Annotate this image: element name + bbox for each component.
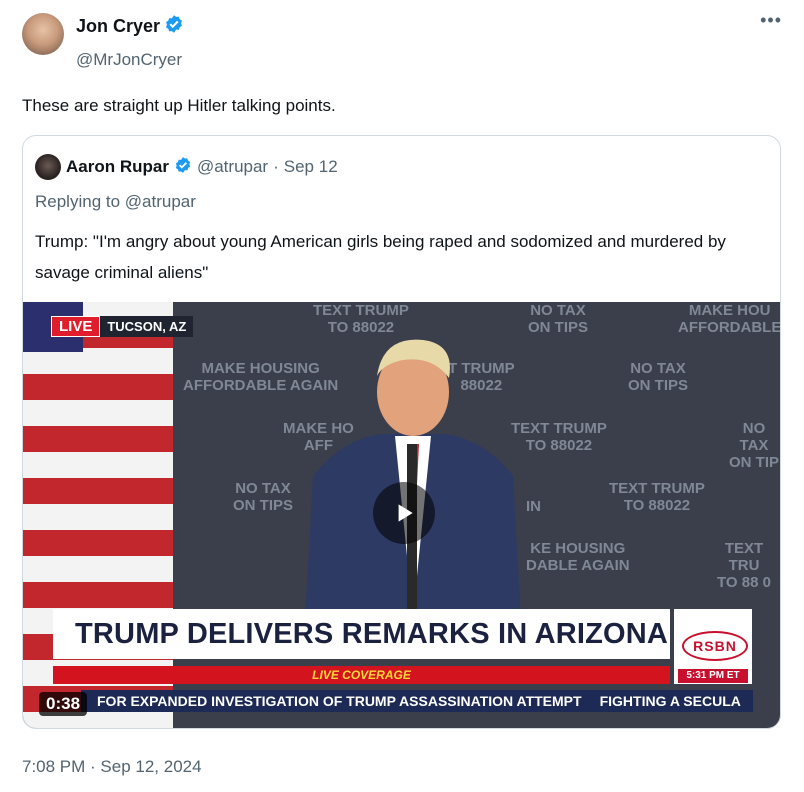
- network-time: 5:31 PM ET: [678, 669, 748, 683]
- author-handle[interactable]: @MrJonCryer: [76, 50, 182, 70]
- replying-to: Replying to @atrupar: [35, 192, 196, 211]
- backdrop-text: TEXT TRU TO 88 0: [717, 540, 771, 591]
- quoted-date[interactable]: Sep 12: [284, 157, 338, 177]
- american-flag-image: [23, 302, 183, 728]
- network-bug: RSBN 5:31 PM ET: [674, 609, 752, 684]
- video-elapsed-time: 0:38: [39, 692, 88, 716]
- location-label: TUCSON, AZ: [100, 316, 194, 337]
- ticker-item: FOR EXPANDED INVESTIGATION OF TRUMP ASSA…: [97, 693, 582, 709]
- quoted-verified-badge-icon: [174, 156, 192, 179]
- quoted-header: Aaron Rupar @atrupar · Sep 12: [35, 154, 338, 180]
- verified-badge-icon: [164, 14, 184, 39]
- more-options-icon[interactable]: •••: [760, 10, 782, 31]
- quoted-avatar[interactable]: [35, 154, 61, 180]
- backdrop-text: NO TAX ON TIP: [728, 420, 779, 471]
- live-label: LIVE: [51, 316, 101, 337]
- live-coverage-bar: LIVE COVERAGE: [53, 666, 670, 684]
- backdrop-text: NO TAX ON TIPS: [628, 360, 689, 394]
- author-avatar[interactable]: [22, 13, 64, 55]
- headline-banner: TRUMP DELIVERS REMARKS IN ARIZONA: [53, 609, 670, 659]
- quoted-handle[interactable]: @atrupar: [197, 157, 268, 177]
- backdrop-text: MAKE HOU AFFORDABLE: [678, 302, 780, 336]
- live-badge: LIVE TUCSON, AZ: [51, 316, 194, 337]
- news-ticker: FOR EXPANDED INVESTIGATION OF TRUMP ASSA…: [81, 690, 753, 712]
- quoted-name[interactable]: Aaron Rupar: [66, 157, 169, 177]
- meta-separator: ·: [273, 157, 279, 176]
- backdrop-text: TEXT TRUMP TO 88022: [609, 480, 705, 514]
- quoted-tweet[interactable]: Aaron Rupar @atrupar · Sep 12 Replying t…: [22, 135, 781, 729]
- ticker-item: FIGHTING A SECULA: [599, 693, 741, 709]
- tweet-text: These are straight up Hitler talking poi…: [22, 96, 336, 115]
- rsbn-logo: RSBN: [682, 631, 748, 661]
- play-icon: [398, 504, 413, 522]
- author-name-row[interactable]: Jon Cryer: [76, 14, 184, 39]
- quoted-text: Trump: "I'm angry about young American g…: [35, 232, 726, 282]
- tweet-timestamp[interactable]: 7:08 PM · Sep 12, 2024: [22, 757, 202, 777]
- video-player[interactable]: TEXT TRUMP TO 88022 NO TAX ON TIPS MAKE HO…: [23, 302, 780, 728]
- play-button[interactable]: [373, 482, 435, 544]
- author-name[interactable]: Jon Cryer: [76, 16, 160, 37]
